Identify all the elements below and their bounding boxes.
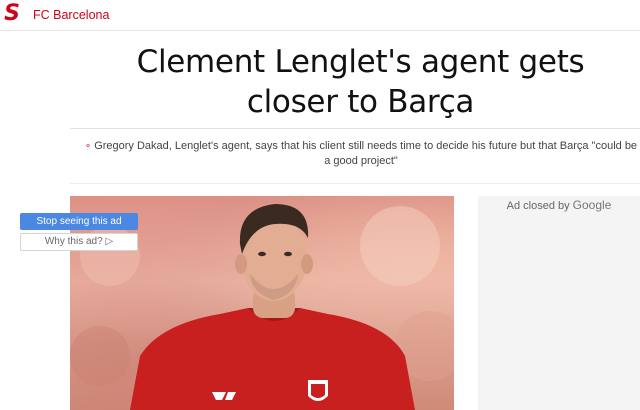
google-wordmark: Google bbox=[572, 198, 612, 212]
summary-text: Gregory Dakad, Lenglet's agent, says tha… bbox=[94, 140, 638, 167]
why-this-ad-button[interactable]: Why this ad? ▷ bbox=[20, 233, 138, 251]
site-logo[interactable]: S bbox=[2, 3, 22, 25]
stop-seeing-ad-button[interactable]: Stop seeing this ad bbox=[20, 213, 138, 230]
article-headline: Clement Lenglet's agent gets closer to B… bbox=[136, 44, 585, 120]
summary-bullet-icon: ∘ bbox=[84, 141, 92, 152]
ad-closed-label: Ad closed by Google bbox=[478, 198, 640, 212]
section-link-fc-barcelona[interactable]: FC Barcelona bbox=[33, 8, 109, 22]
headline-divider bbox=[70, 128, 640, 129]
ad-placeholder: Ad closed by Google bbox=[478, 196, 640, 410]
summary-divider bbox=[70, 183, 640, 184]
top-navigation-bar: S FC Barcelona bbox=[0, 0, 640, 31]
article-summary: ∘ Gregory Dakad, Lenglet's agent, says th… bbox=[84, 139, 638, 168]
ad-closed-text: Ad closed by bbox=[506, 200, 570, 212]
